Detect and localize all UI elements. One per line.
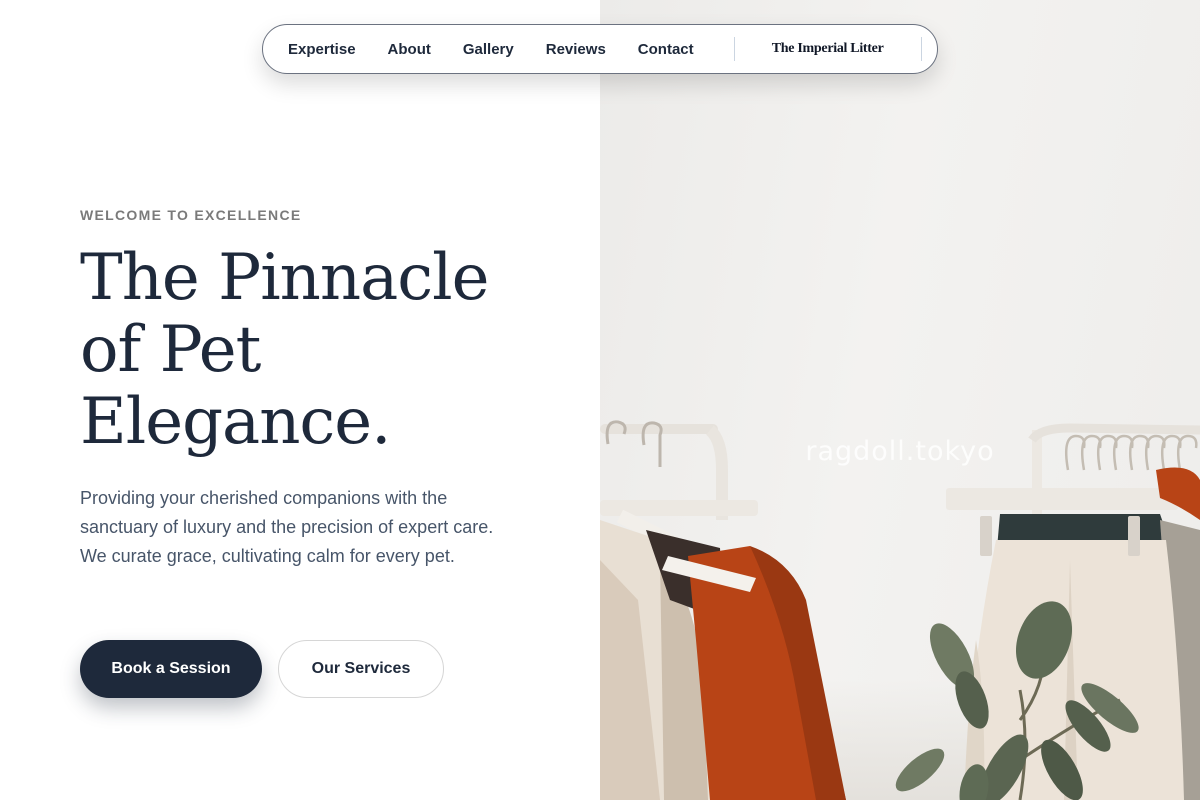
nav-link-reviews[interactable]: Reviews bbox=[546, 41, 606, 58]
headline-line: Elegance. bbox=[80, 385, 391, 459]
top-navigation: Expertise About Gallery Reviews Contact … bbox=[262, 24, 938, 74]
hanger-bar-right bbox=[946, 488, 1178, 510]
nav-link-about[interactable]: About bbox=[388, 41, 431, 58]
hero-eyebrow: WELCOME TO EXCELLENCE bbox=[80, 207, 302, 223]
nav-link-gallery[interactable]: Gallery bbox=[463, 41, 514, 58]
hero-description: Providing your cherished companions with… bbox=[80, 488, 494, 566]
headline-line: The Pinnacle bbox=[80, 241, 489, 315]
headline-line: of Pet bbox=[80, 313, 261, 387]
image-watermark: ragdoll.tokyo bbox=[805, 436, 995, 467]
hero-headline: The Pinnacle of Pet Elegance. bbox=[80, 242, 560, 458]
book-session-button[interactable]: Book a Session bbox=[80, 640, 262, 698]
brand-logo[interactable]: The Imperial Litter bbox=[735, 41, 921, 57]
nav-link-contact[interactable]: Contact bbox=[638, 41, 694, 58]
hero-image: ragdoll.tokyo bbox=[600, 0, 1200, 800]
nav-divider bbox=[920, 37, 922, 61]
our-services-button[interactable]: Our Services bbox=[278, 640, 444, 698]
nav-link-expertise[interactable]: Expertise bbox=[288, 41, 356, 58]
clothing-rack-illustration bbox=[600, 420, 1200, 800]
